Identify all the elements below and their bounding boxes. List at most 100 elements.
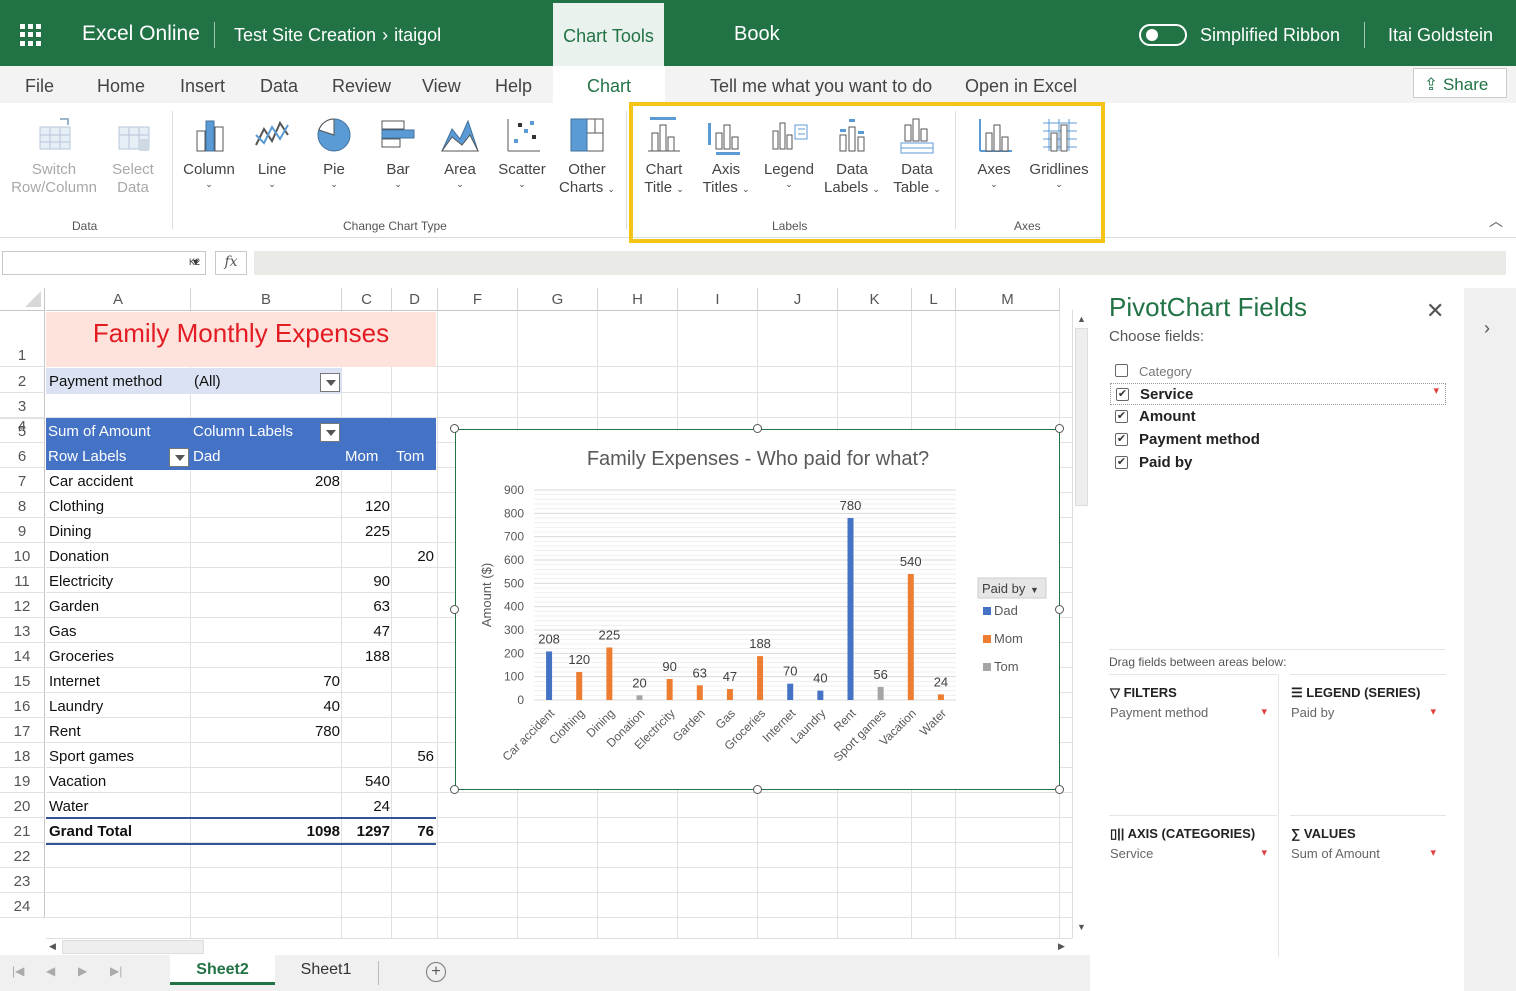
row-header[interactable]: 2 bbox=[0, 367, 45, 393]
field-item[interactable]: Category bbox=[1110, 360, 1446, 382]
close-icon[interactable]: ✕ bbox=[1426, 298, 1444, 324]
column-labels-dropdown[interactable] bbox=[320, 423, 340, 442]
row-header[interactable]: 18 bbox=[0, 743, 45, 768]
vertical-scroll-thumb[interactable] bbox=[1075, 328, 1088, 506]
filters-area[interactable]: ▽ FILTERS Payment method ▾ bbox=[1109, 674, 1277, 814]
column-header[interactable]: L bbox=[912, 288, 956, 311]
grand-total-label[interactable]: Grand Total bbox=[49, 819, 132, 844]
row-header[interactable]: 8 bbox=[0, 493, 45, 518]
chevron-down-icon[interactable]: ▾ bbox=[1430, 846, 1436, 859]
tab-help[interactable]: Help bbox=[495, 76, 532, 97]
row-header[interactable]: 12 bbox=[0, 593, 45, 618]
column-header[interactable]: A bbox=[46, 288, 191, 311]
collapse-ribbon-icon[interactable]: ︿ bbox=[1489, 211, 1503, 231]
values-area[interactable]: ∑ VALUES Sum of Amount ▾ bbox=[1290, 815, 1446, 955]
resize-handle[interactable] bbox=[753, 424, 762, 433]
chevron-right-icon[interactable]: › bbox=[1484, 318, 1490, 339]
scroll-left-icon[interactable]: ◀ bbox=[49, 941, 56, 952]
row-label[interactable]: Clothing bbox=[49, 494, 104, 519]
open-in-excel-link[interactable]: Open in Excel bbox=[965, 76, 1077, 97]
tab-view[interactable]: View bbox=[422, 76, 461, 97]
row-header[interactable]: 19 bbox=[0, 768, 45, 793]
field-item[interactable]: ✔ Payment method bbox=[1110, 429, 1446, 451]
row-header[interactable]: 6 bbox=[0, 443, 45, 468]
column-header[interactable]: G bbox=[518, 288, 598, 311]
breadcrumb-site[interactable]: Test Site Creation bbox=[234, 25, 376, 45]
resize-handle[interactable] bbox=[450, 605, 459, 614]
chevron-down-icon[interactable]: ▾ bbox=[1261, 705, 1267, 718]
axis-area-field[interactable]: Service bbox=[1110, 846, 1153, 861]
row-labels-dropdown[interactable] bbox=[169, 448, 189, 467]
column-header[interactable]: J bbox=[758, 288, 838, 311]
pie-chart-button[interactable]: Pie ⌄ bbox=[306, 115, 362, 189]
report-filter-value[interactable]: (All) bbox=[194, 369, 221, 394]
axis-area[interactable]: ▯|| AXIS (CATEGORIES) Service ▾ bbox=[1109, 815, 1277, 955]
column-header[interactable]: F bbox=[438, 288, 518, 311]
tom-value[interactable]: 20 bbox=[392, 544, 434, 569]
row-header[interactable]: 11 bbox=[0, 568, 45, 593]
column-chart-button[interactable]: Column ⌄ bbox=[180, 115, 238, 189]
grand-total-tom[interactable]: 76 bbox=[392, 819, 434, 844]
tab-home[interactable]: Home bbox=[97, 76, 145, 97]
switch-row-column-button[interactable]: Switch Row/Column bbox=[8, 115, 100, 197]
insert-function-icon[interactable]: fx bbox=[215, 251, 247, 275]
field-checkbox[interactable]: ✔ bbox=[1115, 410, 1128, 423]
horizontal-scroll-thumb[interactable] bbox=[62, 940, 204, 954]
mom-value[interactable]: 188 bbox=[342, 644, 390, 669]
tab-insert[interactable]: Insert bbox=[180, 76, 225, 97]
scroll-right-icon[interactable]: ▶ bbox=[1058, 941, 1065, 952]
next-sheet-icon[interactable]: ▶ bbox=[78, 964, 87, 978]
pivot-column-labels[interactable]: Column Labels bbox=[193, 419, 293, 444]
tom-value[interactable]: 56 bbox=[392, 744, 434, 769]
row-label[interactable]: Vacation bbox=[49, 769, 106, 794]
legend-area[interactable]: ☰ LEGEND (SERIES) Paid by ▾ bbox=[1290, 674, 1446, 814]
row-header[interactable]: 21 bbox=[0, 818, 45, 843]
row-label[interactable]: Internet bbox=[49, 669, 100, 694]
row-header[interactable]: 5 bbox=[0, 418, 45, 443]
mom-value[interactable]: 540 bbox=[342, 769, 390, 794]
simplified-ribbon-toggle[interactable] bbox=[1139, 24, 1187, 46]
report-filter-dropdown[interactable] bbox=[320, 373, 340, 392]
row-header[interactable]: 14 bbox=[0, 643, 45, 668]
app-launcher-icon[interactable] bbox=[20, 24, 42, 46]
row-header[interactable]: 16 bbox=[0, 693, 45, 718]
column-header[interactable]: I bbox=[678, 288, 758, 311]
row-header[interactable]: 23 bbox=[0, 868, 45, 893]
chevron-down-icon[interactable]: ▾ bbox=[1261, 846, 1267, 859]
row-header[interactable]: 7 bbox=[0, 468, 45, 493]
tab-data[interactable]: Data bbox=[260, 76, 298, 97]
dad-value[interactable]: 208 bbox=[270, 469, 340, 494]
vertical-scrollbar[interactable]: ▲ ▼ bbox=[1072, 310, 1090, 938]
tab-file[interactable]: File bbox=[25, 76, 54, 97]
row-label[interactable]: Dining bbox=[49, 519, 92, 544]
resize-handle[interactable] bbox=[753, 785, 762, 794]
row-label[interactable]: Laundry bbox=[49, 694, 103, 719]
row-header[interactable]: 24 bbox=[0, 893, 45, 918]
field-checkbox[interactable]: ✔ bbox=[1116, 388, 1129, 401]
resize-handle[interactable] bbox=[450, 424, 459, 433]
grand-total-dad[interactable]: 1098 bbox=[270, 819, 340, 844]
mom-value[interactable]: 90 bbox=[342, 569, 390, 594]
user-name[interactable]: Itai Goldstein bbox=[1388, 25, 1493, 46]
row-header[interactable]: 13 bbox=[0, 618, 45, 643]
line-chart-button[interactable]: Line ⌄ bbox=[244, 115, 300, 189]
scroll-up-icon[interactable]: ▲ bbox=[1077, 314, 1086, 324]
add-sheet-icon[interactable]: + bbox=[426, 962, 446, 982]
chevron-down-icon[interactable]: ▾ bbox=[1433, 384, 1439, 397]
tab-sheet1[interactable]: Sheet1 bbox=[280, 955, 372, 985]
formula-input[interactable] bbox=[254, 251, 1506, 275]
field-checkbox[interactable]: ✔ bbox=[1115, 456, 1128, 469]
dad-value[interactable]: 70 bbox=[270, 669, 340, 694]
pivot-col-tom[interactable]: Tom bbox=[396, 444, 424, 469]
share-button[interactable]: ⇪ Share bbox=[1413, 68, 1507, 98]
row-header[interactable]: 10 bbox=[0, 543, 45, 568]
row-header[interactable]: 20 bbox=[0, 793, 45, 818]
row-header[interactable]: 17 bbox=[0, 718, 45, 743]
field-item[interactable]: ✔ Paid by bbox=[1110, 452, 1446, 474]
values-area-field[interactable]: Sum of Amount bbox=[1291, 846, 1380, 861]
dad-value[interactable]: 40 bbox=[270, 694, 340, 719]
mom-value[interactable]: 47 bbox=[342, 619, 390, 644]
grand-total-mom[interactable]: 1297 bbox=[342, 819, 390, 844]
mom-value[interactable]: 24 bbox=[342, 794, 390, 819]
column-header[interactable]: B bbox=[191, 288, 342, 311]
